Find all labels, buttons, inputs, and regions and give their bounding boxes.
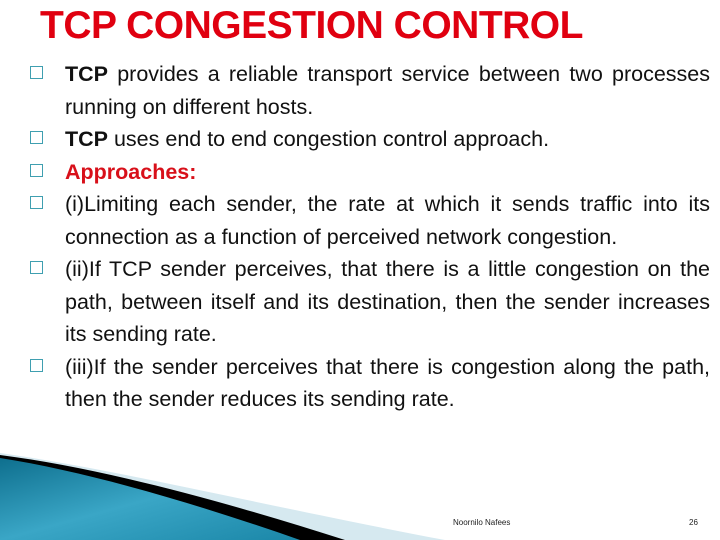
bullet-lead: TCP (65, 127, 108, 151)
bullet-item: (iii)If the sender perceives that there … (30, 351, 710, 416)
slide-title: TCP CONGESTION CONTROL (40, 4, 583, 47)
footer-author: Noornilo Nafees (453, 518, 511, 527)
bullet-text: (iii)If the sender perceives that there … (65, 354, 710, 412)
bullet-text: (i)Limiting each sender, the rate at whi… (65, 192, 710, 249)
square-bullet-icon (30, 131, 43, 144)
bullet-text: uses end to end congestion control appro… (108, 127, 550, 151)
bullet-list: TCP provides a reliable transport servic… (30, 58, 710, 416)
square-bullet-icon (30, 66, 43, 79)
bullet-item: Approaches: (30, 156, 710, 189)
square-bullet-icon (30, 358, 43, 372)
bullet-lead: TCP (65, 62, 108, 86)
bullet-text: (ii)If TCP sender perceives, that there … (65, 257, 710, 346)
square-bullet-icon (30, 196, 43, 209)
approaches-heading: Approaches: (65, 159, 197, 184)
page-number: 26 (689, 518, 698, 527)
square-bullet-icon (30, 261, 43, 274)
bullet-text: provides a reliable transport service be… (65, 62, 710, 119)
bullet-item: TCP uses end to end congestion control a… (30, 123, 710, 156)
bullet-item: TCP provides a reliable transport servic… (30, 58, 710, 123)
square-bullet-icon (30, 163, 43, 177)
bullet-item: (i)Limiting each sender, the rate at whi… (30, 188, 710, 253)
bullet-item: (ii)If TCP sender perceives, that there … (30, 253, 710, 351)
